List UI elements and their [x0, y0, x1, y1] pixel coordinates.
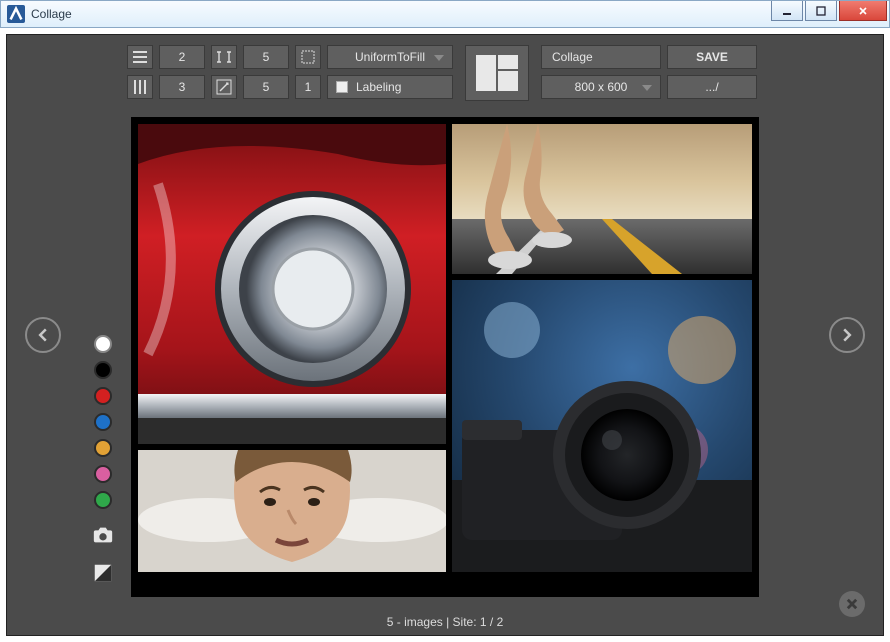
swatch-green[interactable] — [94, 491, 112, 509]
swatch-pink[interactable] — [94, 465, 112, 483]
collage-stage — [131, 117, 759, 597]
path-button[interactable]: .../ — [667, 75, 757, 99]
collage-cell-3[interactable] — [452, 280, 752, 572]
border-value-box[interactable]: 1 — [295, 75, 321, 99]
window-maximize-button[interactable] — [805, 1, 837, 21]
margin-value[interactable]: 5 — [243, 75, 289, 99]
collage-cell-4[interactable] — [138, 450, 446, 572]
color-palette — [91, 335, 115, 585]
app-body: 2 3 5 5 1 UniformToFill Labeling C — [6, 34, 884, 636]
gap-icon[interactable] — [211, 45, 237, 69]
camera-icon[interactable] — [91, 523, 115, 547]
swatch-black[interactable] — [94, 361, 112, 379]
filename-text: Collage — [552, 50, 593, 64]
clear-button[interactable] — [839, 591, 865, 617]
window-minimize-button[interactable] — [771, 1, 803, 21]
cols-icon-button[interactable] — [127, 75, 153, 99]
layout-preset-button[interactable] — [465, 45, 529, 101]
window-title: Collage — [31, 7, 72, 21]
rows-icon-button[interactable] — [127, 45, 153, 69]
stretch-mode-label: UniformToFill — [355, 50, 425, 64]
labeling-label: Labeling — [356, 80, 401, 94]
contrast-icon[interactable] — [91, 561, 115, 585]
checkbox-icon — [336, 81, 348, 93]
save-button[interactable]: SAVE — [667, 45, 757, 69]
collage-cell-1[interactable] — [138, 124, 446, 444]
size-label: 800 x 600 — [575, 80, 628, 94]
collage-cell-2[interactable] — [452, 124, 752, 274]
swatch-white[interactable] — [94, 335, 112, 353]
filename-input[interactable]: Collage — [541, 45, 661, 69]
cols-value[interactable]: 3 — [159, 75, 205, 99]
next-page-button[interactable] — [829, 317, 865, 353]
toolbar: 2 3 5 5 1 UniformToFill Labeling C — [127, 45, 763, 101]
rows-value[interactable]: 2 — [159, 45, 205, 69]
gap-value[interactable]: 5 — [243, 45, 289, 69]
swatch-orange[interactable] — [94, 439, 112, 457]
swatch-blue[interactable] — [94, 413, 112, 431]
border-icon[interactable] — [295, 45, 321, 69]
app-icon — [7, 5, 25, 23]
window-close-button[interactable] — [839, 1, 887, 21]
size-dropdown[interactable]: 800 x 600 — [541, 75, 661, 99]
status-bar: 5 - images | Site: 1 / 2 — [7, 615, 883, 629]
swatch-red[interactable] — [94, 387, 112, 405]
window-titlebar: Collage — [0, 0, 890, 28]
stretch-mode-dropdown[interactable]: UniformToFill — [327, 45, 453, 69]
labeling-checkbox[interactable]: Labeling — [327, 75, 453, 99]
diag-icon[interactable] — [211, 75, 237, 99]
prev-page-button[interactable] — [25, 317, 61, 353]
